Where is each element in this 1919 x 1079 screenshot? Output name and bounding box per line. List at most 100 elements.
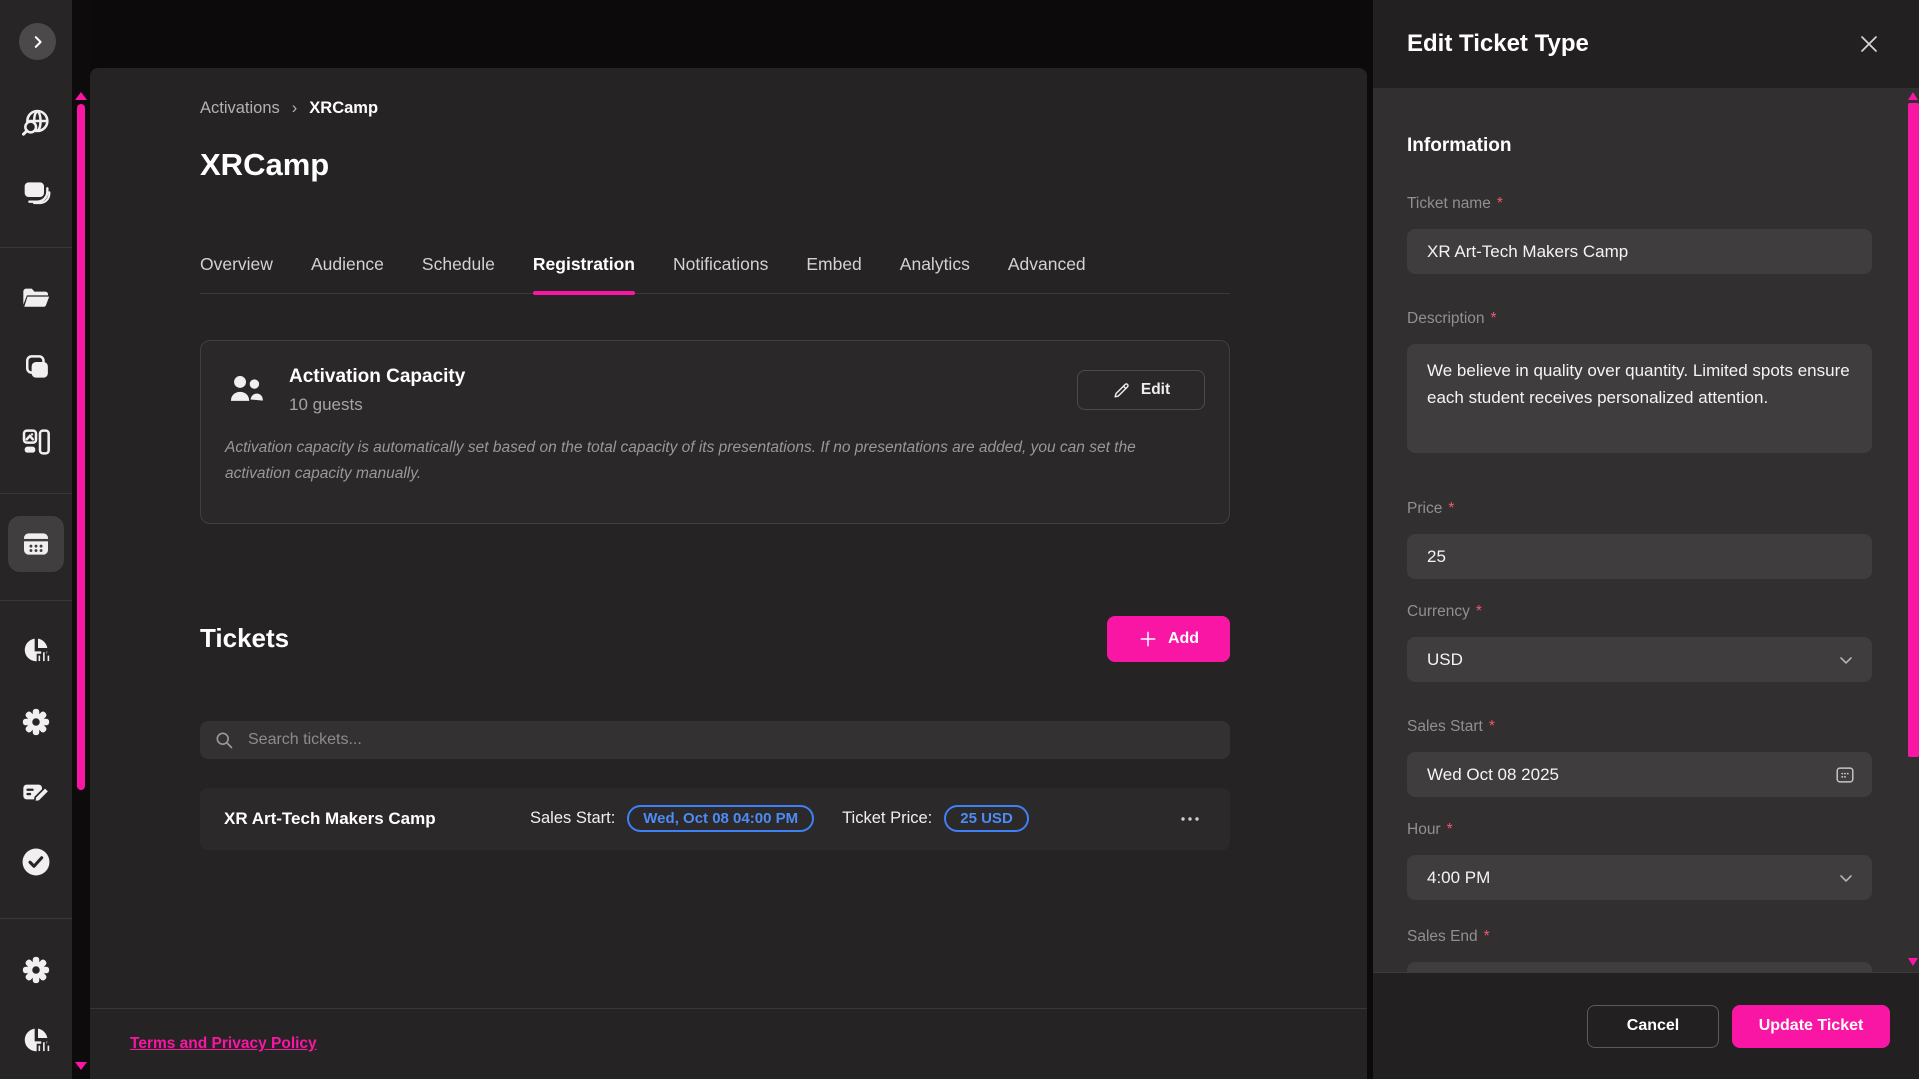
pie-chart-icon (20, 1024, 52, 1056)
stacked-cards-icon (20, 177, 52, 209)
ticket-search (200, 721, 1230, 759)
edit-capacity-button[interactable]: Edit (1077, 370, 1205, 410)
capacity-title: Activation Capacity (289, 364, 465, 390)
sidebar-item-billing[interactable] (0, 766, 72, 818)
ellipsis-icon (1178, 807, 1202, 831)
tab-audience[interactable]: Audience (311, 242, 384, 293)
cancel-button[interactable]: Cancel (1587, 1005, 1719, 1048)
main-scrollbar[interactable] (72, 0, 90, 1079)
close-drawer-button[interactable] (1855, 30, 1883, 58)
people-icon (225, 369, 267, 411)
price-field[interactable] (1407, 534, 1872, 579)
sidebar-item-dashboard[interactable] (0, 416, 72, 468)
sidebar-item-workspace-analytics[interactable] (0, 1014, 72, 1066)
required-marker: * (1489, 718, 1495, 740)
pie-chart-icon (20, 634, 52, 666)
ticket-name-field[interactable] (1407, 229, 1872, 274)
calendar-picker-icon (1834, 764, 1856, 786)
sidebar (0, 0, 72, 1079)
scroll-down-arrow[interactable] (75, 1062, 87, 1070)
scrollbar-thumb[interactable] (1908, 103, 1919, 757)
update-ticket-button[interactable]: Update Ticket (1732, 1005, 1890, 1048)
hour-select[interactable]: 4:00 PM (1407, 855, 1872, 900)
gear-icon (21, 707, 51, 737)
sales-start-label: Sales Start: (530, 809, 615, 828)
drawer-header: Edit Ticket Type (1373, 0, 1919, 88)
check-circle-icon (19, 845, 53, 879)
tab-registration[interactable]: Registration (533, 242, 635, 293)
sales-start-label: Sales Start (1407, 718, 1483, 740)
dashboard-icon (20, 426, 52, 458)
currency-group: Currency * USD (1407, 603, 1872, 682)
currency-label: Currency (1407, 603, 1470, 625)
drawer-scrollbar[interactable] (1908, 88, 1919, 973)
tab-schedule[interactable]: Schedule (422, 242, 495, 293)
edit-ticket-drawer: Edit Ticket Type Information Ticket name… (1373, 0, 1919, 1079)
currency-value: USD (1427, 650, 1463, 670)
required-marker: * (1484, 928, 1490, 950)
description-group: Description* We believe in quality over … (1407, 310, 1872, 458)
sidebar-item-sessions[interactable] (0, 167, 72, 219)
app-window: Activations › XRCamp XRCamp Overview Aud… (0, 0, 1919, 1079)
sidebar-divider (0, 918, 72, 919)
copy-icon (21, 352, 51, 382)
sales-start-value: Wed Oct 08 2025 (1427, 765, 1559, 785)
tab-advanced[interactable]: Advanced (1008, 242, 1086, 293)
sales-end-group: Sales End* Wed Oct 15 2025 (1407, 928, 1872, 973)
search-tickets-input[interactable] (246, 730, 1216, 750)
pencil-icon (1112, 381, 1131, 400)
sidebar-item-activations-active[interactable] (8, 516, 64, 572)
scroll-up-arrow[interactable] (1908, 92, 1918, 100)
add-button-label: Add (1168, 630, 1199, 648)
ticket-name-group: Ticket name* (1407, 195, 1872, 274)
sales-start-group: Sales Start * Wed Oct 08 2025 (1407, 718, 1872, 797)
add-ticket-button[interactable]: Add (1107, 616, 1230, 662)
required-marker: * (1476, 603, 1482, 625)
scroll-down-arrow[interactable] (1908, 958, 1918, 966)
drawer-title: Edit Ticket Type (1407, 30, 1589, 58)
currency-select[interactable]: USD (1407, 637, 1872, 682)
description-label: Description (1407, 310, 1485, 332)
sidebar-item-analytics[interactable] (0, 624, 72, 676)
drawer-footer: Cancel Update Ticket (1373, 972, 1919, 1079)
description-field[interactable]: We believe in quality over quantity. Lim… (1407, 344, 1872, 453)
sidebar-item-settings[interactable] (0, 696, 72, 748)
ticket-row-menu-button[interactable] (1174, 803, 1206, 835)
sidebar-item-files[interactable] (0, 272, 72, 324)
hour-group: Hour* 4:00 PM (1407, 821, 1872, 900)
close-icon (1857, 32, 1881, 56)
sidebar-item-workspace-settings[interactable] (0, 944, 72, 996)
required-marker: * (1447, 821, 1453, 843)
tab-analytics[interactable]: Analytics (900, 242, 970, 293)
chevron-down-icon (1836, 868, 1856, 888)
tab-notifications[interactable]: Notifications (673, 242, 768, 293)
terms-privacy-link[interactable]: Terms and Privacy Policy (130, 1035, 317, 1053)
sidebar-item-library[interactable] (0, 341, 72, 393)
card-edit-icon (20, 776, 52, 808)
plus-icon (1138, 629, 1158, 649)
price-label: Price (1407, 500, 1442, 522)
tickets-heading: Tickets (200, 623, 289, 654)
sales-end-label: Sales End (1407, 928, 1478, 950)
sales-start-date-picker[interactable]: Wed Oct 08 2025 (1407, 752, 1872, 797)
globe-search-icon (20, 107, 52, 139)
edit-button-label: Edit (1141, 381, 1170, 399)
sidebar-item-approvals[interactable] (0, 836, 72, 888)
main-content: Activations › XRCamp XRCamp Overview Aud… (90, 68, 1367, 1079)
calendar-icon (20, 528, 52, 560)
required-marker: * (1448, 500, 1454, 522)
ticket-price-label: Ticket Price: (842, 809, 932, 828)
capacity-guests: 10 guests (289, 393, 465, 417)
breadcrumb-separator-icon: › (292, 99, 298, 118)
scroll-up-arrow[interactable] (75, 92, 87, 100)
sidebar-expand-button[interactable] (19, 23, 56, 60)
scrollbar-thumb[interactable] (77, 104, 85, 790)
breadcrumb-activations[interactable]: Activations (200, 99, 280, 118)
ticket-row[interactable]: XR Art-Tech Makers Camp Sales Start: Wed… (200, 788, 1230, 850)
breadcrumb: Activations › XRCamp (200, 98, 1230, 118)
tab-embed[interactable]: Embed (806, 242, 861, 293)
tab-overview[interactable]: Overview (200, 242, 273, 293)
capacity-note: Activation capacity is automatically set… (225, 435, 1190, 487)
sidebar-item-explore[interactable] (0, 97, 72, 149)
main-footer: Terms and Privacy Policy (90, 1008, 1367, 1079)
